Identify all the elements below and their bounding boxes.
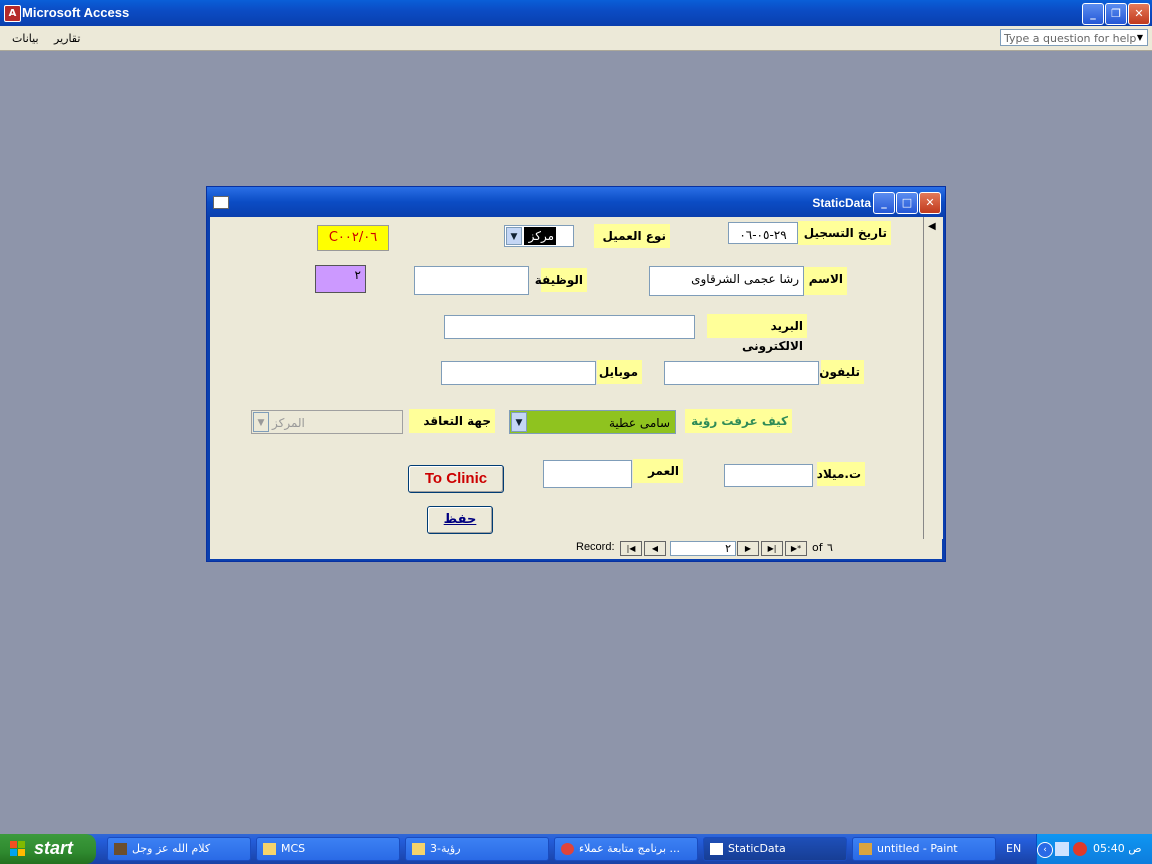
- save-button[interactable]: حفظ: [427, 506, 493, 534]
- taskbar-item-staticdata[interactable]: StaticData: [703, 837, 847, 861]
- taskbar-item-mcs[interactable]: MCS: [256, 837, 400, 861]
- client-code-field: C٠٠٢/٠٦: [317, 225, 389, 251]
- system-tray: ‹ 05:40 ص: [1036, 834, 1152, 864]
- taskbar-item-label: untitled - Paint: [877, 842, 958, 855]
- last-record-icon[interactable]: ▶|: [761, 541, 783, 556]
- name-label: الاسم: [800, 267, 847, 295]
- taskbar-item-roya3[interactable]: رؤية-3: [405, 837, 549, 861]
- job-field[interactable]: [414, 266, 529, 295]
- current-record-arrow-icon: ◀: [928, 221, 936, 232]
- contract-value: المركز: [272, 416, 305, 430]
- minimize-button[interactable]: _: [1082, 3, 1104, 25]
- to-clinic-button[interactable]: To Clinic: [408, 465, 504, 493]
- client-type-value: مركز: [524, 227, 556, 245]
- taskbar-item-label: MCS: [281, 842, 306, 855]
- paint-icon: [859, 843, 872, 855]
- job-label: الوظيفة: [535, 268, 587, 292]
- app-title: Microsoft Access: [22, 5, 130, 20]
- how-known-combo[interactable]: ▼ سامى عطية: [509, 410, 676, 434]
- start-label: start: [34, 838, 74, 858]
- age-field[interactable]: [543, 460, 632, 488]
- email-field[interactable]: [444, 315, 695, 339]
- taskbar-item-label: كلام الله عز وجل: [132, 842, 211, 855]
- menu-item-data[interactable]: بيانات: [12, 32, 39, 45]
- form-maximize-button[interactable]: □: [896, 192, 918, 214]
- taskbar-item-label: رؤية-3: [430, 842, 461, 855]
- network-icon[interactable]: [1055, 842, 1069, 856]
- phone-field[interactable]: [664, 361, 819, 385]
- show-hidden-icons-icon[interactable]: ‹: [1037, 842, 1053, 858]
- client-type-combo[interactable]: ▼ مركز: [504, 225, 574, 247]
- first-record-icon[interactable]: |◀: [620, 541, 642, 556]
- email-label: البريد الالكترونى: [707, 314, 807, 353]
- contract-label: جهة التعاقد: [409, 409, 495, 433]
- chevron-down-icon[interactable]: ▼: [1134, 30, 1146, 45]
- how-known-label: كيف عرفت رؤية: [685, 409, 792, 433]
- access-app-icon: A: [4, 5, 21, 22]
- form-titlebar: StaticData _ □ ✕: [207, 187, 945, 217]
- reg-date-label: تاريخ التسجيل: [798, 221, 891, 245]
- client-type-label: نوع العميل: [594, 224, 670, 248]
- start-button[interactable]: start: [0, 834, 96, 864]
- record-number-input[interactable]: ٢: [670, 541, 736, 556]
- birth-date-field[interactable]: [724, 464, 813, 487]
- age-label: العمر: [633, 459, 683, 483]
- chevron-down-icon[interactable]: ▼: [253, 412, 269, 432]
- contract-combo[interactable]: ▼ المركز: [251, 410, 403, 434]
- taskbar-item-label: برنامج متابعة عملاء ...: [579, 842, 681, 855]
- taskbar-item-paint[interactable]: untitled - Paint: [852, 837, 996, 861]
- app-titlebar: A Microsoft Access _ ❐ ✕: [0, 0, 1152, 26]
- record-id-field[interactable]: ٢: [315, 265, 366, 293]
- new-record-icon[interactable]: ▶*: [785, 541, 807, 556]
- staticdata-form-window: StaticData _ □ ✕ ◀ تاريخ التسجيل ٢٩-٠٥-٠…: [206, 186, 946, 562]
- how-known-value: سامى عطية: [608, 416, 670, 430]
- mobile-label: موبايل: [597, 360, 642, 384]
- folder-icon: [263, 843, 276, 855]
- of-label: of: [812, 541, 823, 554]
- birth-date-label: ت.ميلاد: [817, 462, 865, 486]
- record-total: ٦: [827, 541, 833, 554]
- menu-item-reports[interactable]: تقارير: [54, 32, 80, 45]
- mobile-field[interactable]: [441, 361, 596, 385]
- chrome-icon: [561, 843, 574, 855]
- folder-icon: [412, 843, 425, 855]
- windows-logo-icon: [10, 841, 25, 856]
- taskbar-item-quran[interactable]: كلام الله عز وجل: [107, 837, 251, 861]
- security-icon[interactable]: [1073, 842, 1087, 856]
- name-field[interactable]: رشا عجمى الشرقاوى: [649, 266, 804, 296]
- app-icon: [114, 843, 127, 855]
- form-body: ◀ تاريخ التسجيل ٢٩-٠٥-٠٦ نوع العميل ▼ مر…: [210, 217, 943, 559]
- chevron-down-icon[interactable]: ▼: [506, 227, 522, 245]
- taskbar-item-browser[interactable]: برنامج متابعة عملاء ...: [554, 837, 698, 861]
- close-button[interactable]: ✕: [1128, 3, 1150, 25]
- chevron-down-icon[interactable]: ▼: [511, 412, 527, 432]
- form-icon[interactable]: [213, 196, 229, 209]
- reg-date-field[interactable]: ٢٩-٠٥-٠٦: [728, 222, 798, 244]
- clock[interactable]: 05:40 ص: [1093, 842, 1142, 855]
- next-record-icon[interactable]: ▶: [737, 541, 759, 556]
- phone-label: تليفون: [819, 360, 864, 384]
- taskbar-item-label: StaticData: [728, 842, 786, 855]
- record-selector[interactable]: ◀: [923, 217, 943, 539]
- help-search-input[interactable]: Type a question for help: [1000, 29, 1148, 46]
- previous-record-icon[interactable]: ◀: [644, 541, 666, 556]
- form-icon: [710, 843, 723, 855]
- form-close-button[interactable]: ✕: [919, 192, 941, 214]
- record-label: Record:: [576, 541, 615, 553]
- menu-bar: بيانات تقارير Type a question for help ▼: [0, 26, 1152, 51]
- restore-button[interactable]: ❐: [1105, 3, 1127, 25]
- form-title: StaticData: [812, 196, 871, 210]
- language-indicator[interactable]: EN: [1006, 842, 1021, 855]
- form-minimize-button[interactable]: _: [873, 192, 895, 214]
